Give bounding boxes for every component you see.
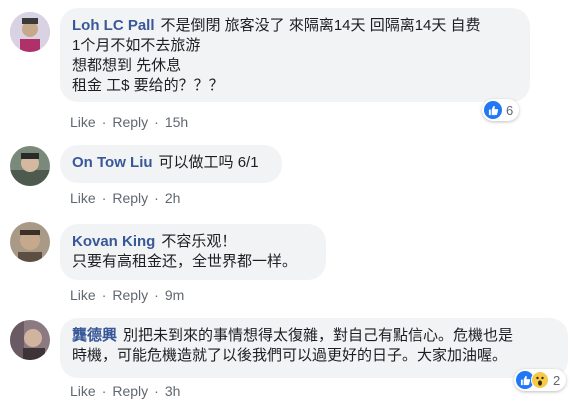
separator: ·	[154, 114, 159, 130]
comment-bubble: 龔德興 別把未到來的事情想得太復雜，對自己有點信心。危機也是 時機，可能危機造就了…	[60, 318, 568, 378]
reply-button[interactable]: Reply	[112, 190, 148, 206]
reply-button[interactable]: Reply	[112, 383, 148, 399]
comment-text: 時機，可能危機造就了以後我們可以過更好的日子。大家加油喔。	[72, 347, 508, 364]
comment-text: 租金 工$ 要给的？？？	[72, 77, 224, 94]
like-button[interactable]: Like	[70, 287, 96, 303]
comment-text: 不是倒閉 旅客没了 來隔离14天 回隔离14天 自费	[160, 17, 481, 34]
timestamp[interactable]: 9m	[165, 287, 184, 303]
comment-text: 別把未到來的事情想得太復雜，對自己有點信心。危機也是	[123, 327, 514, 344]
separator: ·	[154, 287, 159, 303]
reaction-count: 6	[506, 102, 514, 118]
avatar[interactable]	[10, 320, 50, 360]
commenter-name[interactable]: 龔德興	[72, 327, 117, 344]
reply-button[interactable]: Reply	[112, 114, 148, 130]
separator: ·	[101, 383, 107, 399]
commenter-name[interactable]: Kovan King	[72, 233, 155, 250]
like-button[interactable]: Like	[70, 190, 96, 206]
timestamp[interactable]: 3h	[165, 383, 181, 399]
comment-bubble: Kovan King 不容乐观！ 只要有高租金还，全世界都一样。	[60, 224, 326, 280]
commenter-name[interactable]: Loh LC Pall	[72, 17, 155, 34]
avatar-image	[10, 320, 50, 360]
comment-bubble: Loh LC Pall 不是倒閉 旅客没了 來隔离14天 回隔离14天 自费 1个…	[60, 8, 530, 102]
comment-text: 1个月不如不去旅游	[72, 37, 201, 54]
avatar-image	[10, 146, 50, 186]
separator: ·	[101, 287, 107, 303]
avatar[interactable]	[10, 146, 50, 186]
comment-text: 可以做工吗 6/1	[158, 154, 259, 171]
avatar-image	[10, 222, 50, 262]
reaction-summary[interactable]: 6	[482, 99, 520, 121]
separator: ·	[154, 190, 159, 206]
separator: ·	[101, 190, 107, 206]
separator: ·	[154, 383, 159, 399]
comment-text: 只要有高租金还，全世界都一样。	[72, 253, 298, 270]
wow-icon	[531, 371, 549, 389]
commenter-name[interactable]: On Tow Liu	[72, 154, 153, 171]
comment-actions: Like · Reply · 15h	[70, 114, 188, 130]
reaction-count: 2	[553, 372, 561, 388]
separator: ·	[101, 114, 107, 130]
avatar[interactable]	[10, 222, 50, 262]
comment-actions: Like · Reply · 3h	[70, 383, 180, 399]
comment-actions: Like · Reply · 2h	[70, 190, 180, 206]
avatar[interactable]	[10, 12, 50, 52]
like-button[interactable]: Like	[70, 383, 96, 399]
comment-text: 不容乐观！	[161, 233, 237, 250]
comment-actions: Like · Reply · 9m	[70, 287, 184, 303]
reaction-summary[interactable]: 2	[514, 369, 567, 391]
comment-bubble: On Tow Liu 可以做工吗 6/1	[60, 145, 282, 183]
like-icon	[484, 101, 502, 119]
timestamp[interactable]: 15h	[165, 114, 188, 130]
comment-text: 想都想到 先休息	[72, 57, 182, 74]
like-button[interactable]: Like	[70, 114, 96, 130]
avatar-image	[10, 12, 50, 52]
reply-button[interactable]: Reply	[112, 287, 148, 303]
timestamp[interactable]: 2h	[165, 190, 181, 206]
